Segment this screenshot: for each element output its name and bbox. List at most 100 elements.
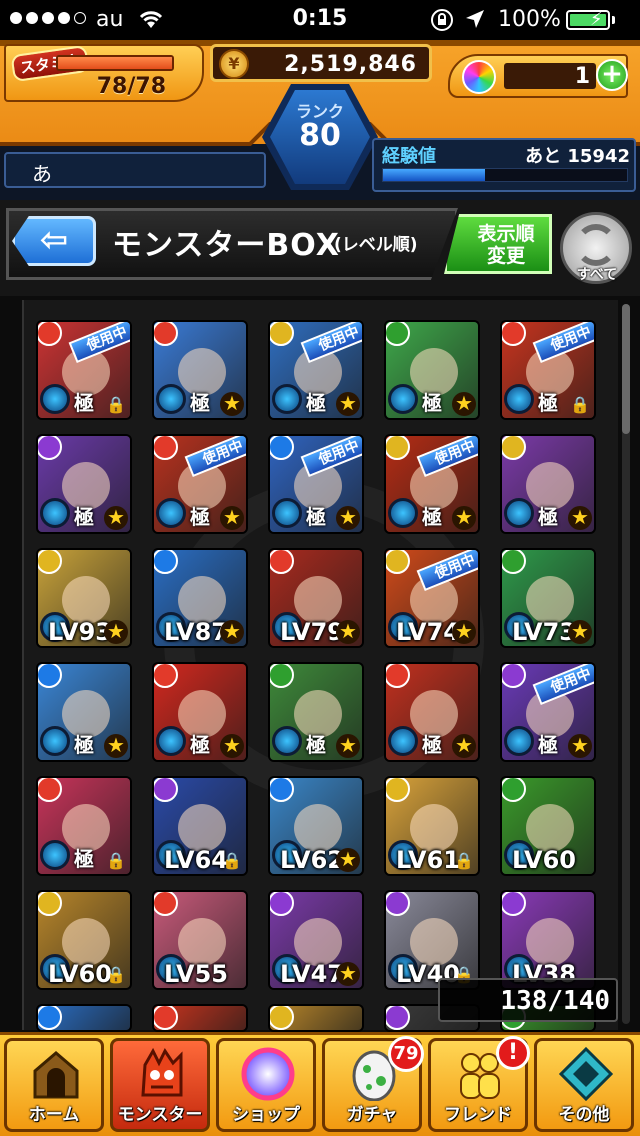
max-level-mark: 極 [306, 391, 326, 415]
stamina-value: 78/78 [96, 74, 166, 99]
monster-card[interactable]: LV87 ★ [152, 548, 248, 648]
box-count-badge: 138/140 [438, 978, 618, 1022]
monster-portrait [62, 576, 110, 624]
monster-portrait [294, 918, 342, 966]
monster-card[interactable]: 極 🔒 [36, 776, 132, 876]
star-icon: ★ [568, 734, 592, 758]
monster-card[interactable]: 極 ★ [36, 662, 132, 762]
monster-card[interactable]: LV79 ★ [268, 548, 364, 648]
sling-type-icon [40, 726, 70, 756]
rank-value: 80 [299, 118, 341, 153]
element-dark-icon [502, 664, 526, 688]
monster-card[interactable]: 極 ★ 使用中 [500, 662, 596, 762]
max-level-mark: 極 [306, 505, 326, 529]
nav-label: ガチャ [346, 1105, 398, 1125]
monster-card[interactable]: 極 ★ [500, 434, 596, 534]
monster-card[interactable]: LV40 🔒 [384, 890, 480, 990]
monster-level: LV93 [48, 618, 112, 646]
page-subtitle: (レベル順) [334, 235, 418, 255]
element-water-icon [270, 436, 294, 460]
monster-portrait [410, 918, 458, 966]
monster-card[interactable] [268, 1004, 364, 1032]
monster-card[interactable]: 極 ★ 使用中 [268, 320, 364, 420]
nav-monster[interactable]: モンスター [110, 1038, 210, 1132]
monster-portrait [294, 576, 342, 624]
monster-card[interactable]: 極 ★ [384, 662, 480, 762]
star-icon: ★ [220, 620, 244, 644]
element-dark-icon [502, 892, 526, 916]
max-level-mark: 極 [422, 733, 442, 757]
orb-count: 1 [574, 64, 590, 89]
monster-card[interactable]: LV74 ★ 使用中 [384, 548, 480, 648]
friend-alert-badge: ! [496, 1036, 530, 1070]
star-icon: ★ [220, 506, 244, 530]
element-fire-icon [154, 322, 178, 346]
max-level-mark: 極 [74, 847, 94, 871]
star-icon: ★ [452, 506, 476, 530]
nav-orb-shop[interactable]: ショップ [216, 1038, 316, 1132]
monster-card[interactable]: LV93 ★ [36, 548, 132, 648]
element-fire-icon [154, 664, 178, 688]
max-level-mark: 極 [74, 505, 94, 529]
star-icon: ★ [568, 620, 592, 644]
monster-card[interactable]: 極 ★ 使用中 [384, 434, 480, 534]
element-wood-icon [502, 778, 526, 802]
monster-level: LV79 [280, 618, 344, 646]
stamina-bar [56, 55, 174, 71]
location-arrow-icon [464, 8, 486, 36]
box-title-row: ⇦ モンスターBOX (レベル順) 表示順 変更 [0, 200, 640, 296]
gold-panel: ¥ 2,519,846 [210, 44, 432, 82]
monster-card[interactable]: 極 🔒 使用中 [500, 320, 596, 420]
sling-type-icon [504, 726, 534, 756]
player-name-bar[interactable]: あ [4, 152, 266, 188]
nav-home[interactable]: ホーム [4, 1038, 104, 1132]
monster-card[interactable]: LV62 ★ [268, 776, 364, 876]
sling-type-icon [272, 726, 302, 756]
monster-card[interactable]: LV61 🔒 [384, 776, 480, 876]
monster-card[interactable]: 極 🔒 使用中 [36, 320, 132, 420]
monster-card[interactable]: 極 ★ [384, 320, 480, 420]
monster-portrait [410, 804, 458, 852]
monster-level: LV55 [164, 960, 228, 988]
exp-panel: 経験値 あと 15942 [372, 138, 636, 192]
monster-card[interactable] [36, 1004, 132, 1032]
monster-card[interactable]: 極 ★ 使用中 [152, 434, 248, 534]
element-wood-icon [386, 322, 410, 346]
sling-type-icon [40, 384, 70, 414]
monster-level: LV74 [396, 618, 460, 646]
sling-type-icon [156, 726, 186, 756]
sort-order-button[interactable]: 表示順 変更 [444, 214, 552, 274]
sling-type-icon [272, 384, 302, 414]
element-fire-icon [502, 322, 526, 346]
monster-card[interactable]: 極 ★ [152, 662, 248, 762]
element-dark-icon [38, 436, 62, 460]
element-fire-icon [38, 778, 62, 802]
sling-type-icon [388, 726, 418, 756]
monster-card[interactable]: 極 ★ [36, 434, 132, 534]
monster-card[interactable]: LV64 🔒 [152, 776, 248, 876]
monster-card[interactable]: LV55 [152, 890, 248, 990]
monster-card[interactable]: 極 ★ [152, 320, 248, 420]
scrollbar-thumb[interactable] [622, 304, 630, 434]
monster-card[interactable]: 極 ★ [268, 662, 364, 762]
sort-label-line2: 変更 [486, 245, 525, 267]
monster-card[interactable]: 極 ★ 使用中 [268, 434, 364, 534]
player-name: あ [32, 162, 52, 186]
box-count: 138/140 [500, 986, 610, 1016]
monster-card[interactable]: LV47 ★ [268, 890, 364, 990]
star-icon: ★ [336, 392, 360, 416]
sling-type-icon [40, 498, 70, 528]
nav-other[interactable]: その他 [534, 1038, 634, 1132]
monster-level: LV64 [164, 846, 228, 874]
star-icon: ★ [452, 392, 476, 416]
status-bar: au 0:15 100% ⚡ [0, 0, 640, 40]
monster-card[interactable]: LV60 🔒 [36, 890, 132, 990]
monster-card[interactable]: LV38 [500, 890, 596, 990]
monster-card[interactable]: LV73 ★ [500, 548, 596, 648]
back-button[interactable]: ⇦ [12, 216, 96, 266]
monster-card[interactable] [152, 1004, 248, 1032]
buy-orbs-button[interactable]: + [596, 59, 628, 91]
lock-icon: 🔒 [454, 851, 474, 870]
monster-card[interactable]: LV60 [500, 776, 596, 876]
element-light-icon [502, 436, 526, 460]
